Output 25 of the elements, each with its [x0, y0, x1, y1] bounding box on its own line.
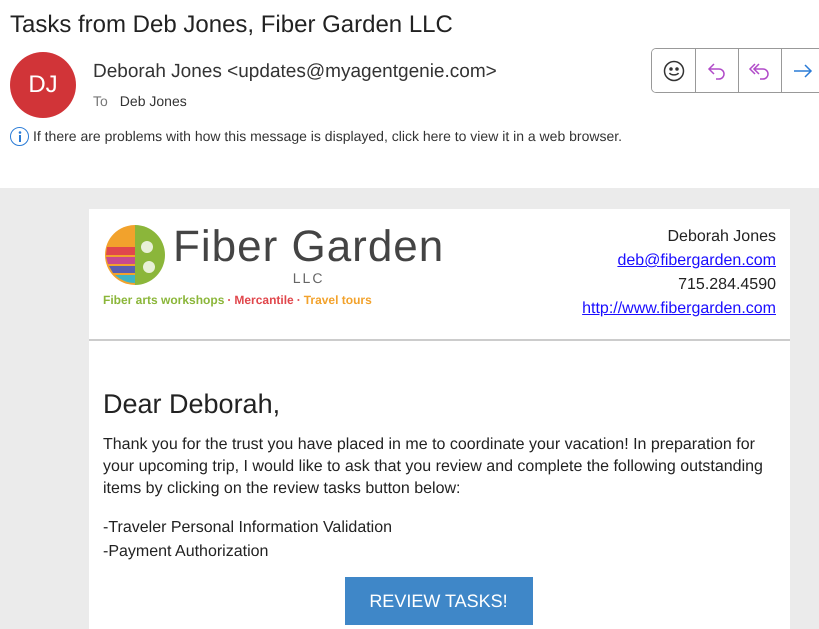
sender-address: Deborah Jones <updates@myagentgenie.com> [93, 60, 497, 84]
tagline-part: Travel tours [304, 292, 372, 309]
to-label: To [93, 92, 108, 111]
contact-text: Deborah Jones [667, 227, 776, 247]
smiley-icon [662, 60, 684, 82]
tagline-separator: · [227, 292, 232, 309]
sender-avatar: DJ [10, 52, 76, 118]
logo-emblem-drawing [103, 223, 167, 287]
contact-link[interactable]: deb@fibergarden.com [617, 249, 776, 273]
recipient-name: Deb Jones [120, 92, 187, 111]
tagline-part: Fiber arts workshops [103, 292, 224, 309]
email-subject: Tasks from Deb Jones, Fiber Garden LLC [10, 10, 454, 40]
review-tasks-button[interactable]: REVIEW TASKS! [344, 577, 532, 625]
logo-name: Fiber Garden [173, 224, 444, 270]
contact-text: 715.284.4590 [678, 275, 776, 295]
info-bar-link[interactable]: If there are problems with how this message is displayed, click here to view it in a web browser. [33, 126, 622, 147]
greeting: Dear Deborah, [103, 388, 282, 421]
task-item: -Traveler Personal Information Validation [103, 518, 394, 538]
info-icon [10, 127, 29, 146]
contact-link[interactable]: http://www.fibergarden.com [582, 297, 776, 321]
tagline-part: Mercantile [234, 292, 294, 309]
task-item: -Payment Authorization [103, 542, 270, 562]
tagline-separator: · [296, 292, 301, 309]
logo-suffix: LLC [292, 270, 324, 286]
body-paragraph: Thank you for the trust you have placed in me to coordinate your vacation! In preparation for your upcoming trip, I would like to ask that you review and complete the following outstanding items by clicking on the review tasks button below: [103, 435, 764, 499]
